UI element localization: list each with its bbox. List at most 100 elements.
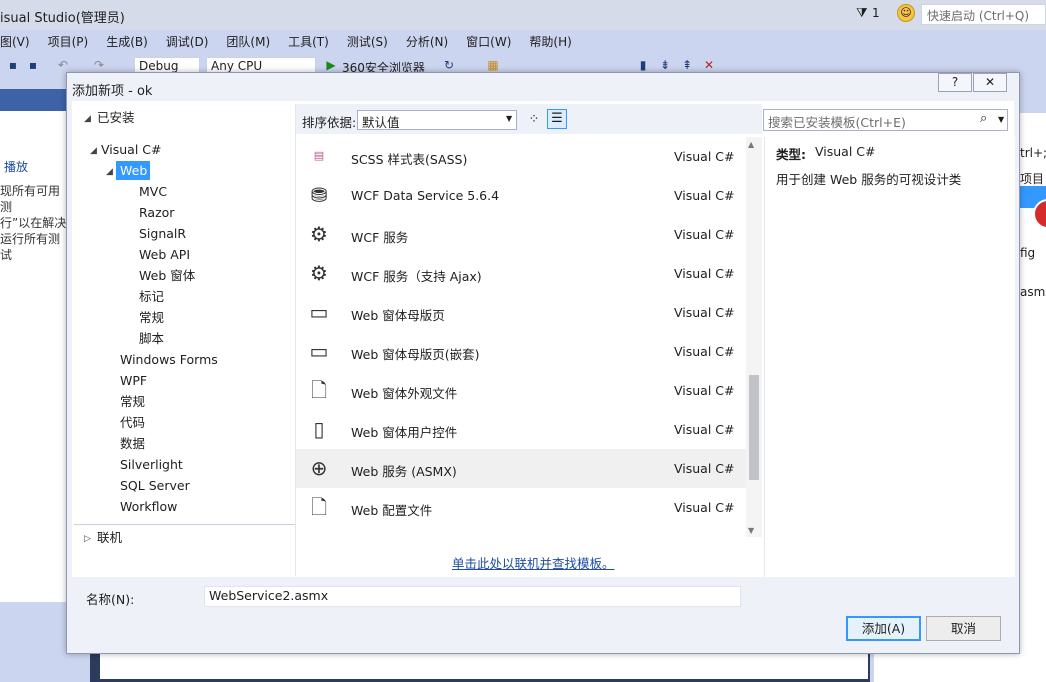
menu-debug[interactable]: 调试(D) [157, 31, 218, 53]
tree-online[interactable]: 联机 [97, 530, 122, 546]
menu-help[interactable]: 帮助(H) [520, 31, 580, 53]
tree-web-webapi[interactable]: Web API [139, 247, 190, 263]
play-icon[interactable]: ▶ [324, 58, 338, 72]
bookmark-clear-icon[interactable]: ✕ [702, 58, 716, 72]
list-view-icon[interactable]: ☰ [547, 109, 567, 129]
tree-web-razor[interactable]: Razor [139, 205, 174, 221]
template-row[interactable]: ▭ Web 窗体母版页 Visual C# [296, 293, 746, 332]
bottom-background-panel [100, 653, 868, 679]
template-detail-panel [764, 137, 1015, 577]
tree-installed[interactable]: 已安装 [97, 110, 135, 126]
bookmark-prev-icon[interactable]: ⇞ [680, 58, 694, 72]
template-row[interactable]: ⛃ WCF Data Service 5.6.4 Visual C# [296, 176, 746, 215]
template-row-selected[interactable]: ⊕ Web 服务 (ASMX) Visual C# [296, 449, 746, 488]
save-all-icon[interactable]: ▪ [26, 58, 40, 72]
template-row[interactable]: ▤ SCSS 样式表(SASS) Visual C# [296, 137, 746, 176]
template-language: Visual C# [674, 461, 735, 476]
tree-wpf[interactable]: WPF [120, 373, 147, 389]
tree-divider [74, 524, 295, 525]
menu-test[interactable]: 测试(S) [338, 31, 397, 53]
tree-code[interactable]: 代码 [120, 415, 145, 431]
search-icon[interactable]: ⌕ [980, 111, 987, 126]
feedback-smile-icon[interactable]: ☺ [897, 4, 915, 22]
collapse-arrow-icon[interactable]: ◢ [106, 167, 113, 177]
left-panel-link[interactable]: 播放 [4, 158, 28, 175]
left-panel-header [0, 89, 70, 111]
template-row[interactable]: ▯ Web 窗体用户控件 Visual C# [296, 410, 746, 449]
bookmark-next-icon[interactable]: ⇟ [658, 58, 672, 72]
cancel-button[interactable]: 取消 [926, 616, 1001, 641]
tree-silverlight[interactable]: Silverlight [120, 457, 183, 473]
tree-workflow[interactable]: Workflow [120, 499, 177, 515]
tree-web-general[interactable]: 常规 [139, 310, 164, 326]
tree-web-mvc[interactable]: MVC [139, 184, 167, 200]
template-row[interactable]: ⚙ WCF 服务（支持 Ajax) Visual C# [296, 254, 746, 293]
template-language: Visual C# [674, 383, 735, 398]
close-button[interactable]: ✕ [973, 73, 1007, 92]
undo-icon[interactable]: ↶ [56, 58, 70, 72]
left-line: 行”以在解决 [0, 216, 67, 230]
bottom-right-panel [874, 650, 1046, 682]
tree-web[interactable]: Web [120, 163, 147, 179]
vs-window-title: isual Studio(管理员) [0, 11, 125, 26]
online-templates-link[interactable]: 单击此处以联机并查找模板。 [452, 553, 615, 572]
tree-general[interactable]: 常规 [120, 394, 145, 410]
collapse-arrow-icon[interactable]: ◢ [84, 114, 91, 124]
menu-analyze[interactable]: 分析(N) [397, 31, 457, 53]
menu-build[interactable]: 生成(B) [97, 31, 157, 53]
template-language: Visual C# [674, 149, 735, 164]
dropdown-arrow-icon[interactable]: ▼ [506, 114, 512, 123]
detail-type-label: 类型: [776, 147, 806, 162]
menu-project[interactable]: 项目(P) [39, 31, 98, 53]
wcf-service-icon: ⚙ [310, 222, 328, 246]
notification-count[interactable]: 1 [872, 6, 880, 20]
search-dropdown-icon[interactable]: ▼ [998, 115, 1004, 124]
sort-value: 默认值 [362, 115, 400, 130]
menu-window[interactable]: 窗口(W) [457, 31, 520, 53]
sort-label: 排序依据: [302, 115, 357, 130]
expand-arrow-icon[interactable]: ▷ [84, 534, 91, 544]
tree-web-script[interactable]: 脚本 [139, 331, 164, 347]
template-language: Visual C# [674, 227, 735, 242]
tree-web-webforms[interactable]: Web 窗体 [139, 268, 195, 284]
scroll-down-icon[interactable]: ▼ [748, 526, 754, 535]
quick-launch-input[interactable]: 快速启动 (Ctrl+Q) [921, 4, 1046, 25]
template-name: Web 窗体母版页(嵌套) [351, 347, 480, 362]
wcf-ajax-service-icon: ⚙ [310, 261, 328, 285]
redo-icon[interactable]: ↷ [92, 58, 106, 72]
template-row[interactable]: ▭ Web 窗体母版页(嵌套) Visual C# [296, 332, 746, 371]
collapse-arrow-icon[interactable]: ◢ [90, 146, 97, 156]
tree-windows-forms[interactable]: Windows Forms [120, 352, 218, 368]
template-row[interactable]: 🗋 Web 配置文件 Visual C# [296, 488, 746, 527]
tree-web-signalr[interactable]: SignalR [139, 226, 186, 242]
left-line: 现所有可用测 [0, 184, 61, 214]
name-input[interactable]: WebService2.asmx [204, 586, 741, 607]
template-name: Web 配置文件 [351, 503, 433, 518]
tree-web-markup[interactable]: 标记 [139, 289, 164, 305]
menu-tools[interactable]: 工具(T) [279, 31, 338, 53]
scrollbar-thumb[interactable] [749, 375, 759, 480]
save-icon[interactable]: ▪ [6, 58, 20, 72]
template-search-input[interactable]: 搜索已安装模板(Ctrl+E) [763, 109, 1008, 131]
tree-sql-server[interactable]: SQL Server [120, 478, 190, 494]
template-name: Web 窗体母版页 [351, 308, 445, 323]
skin-file-icon: 🗋 [310, 378, 328, 402]
template-row[interactable]: 🗋 Web 窗体外观文件 Visual C# [296, 371, 746, 410]
folder-icon[interactable]: ▦ [486, 58, 500, 72]
grid-view-icon[interactable]: ⁘ [524, 110, 544, 130]
template-list: ▤ SCSS 样式表(SASS) Visual C# ⛃ WCF Data Se… [296, 137, 762, 537]
sort-dropdown[interactable]: 默认值 [357, 110, 517, 130]
tree-visual-csharp[interactable]: Visual C# [101, 142, 162, 158]
filter-icon[interactable]: ⧩ [856, 6, 868, 21]
add-button[interactable]: 添加(A) [846, 616, 921, 641]
tree-data[interactable]: 数据 [120, 436, 145, 452]
refresh-icon[interactable]: ↻ [442, 58, 456, 72]
template-row[interactable]: ⚙ WCF 服务 Visual C# [296, 215, 746, 254]
menu-team[interactable]: 团队(M) [217, 31, 279, 53]
web-service-icon: ⊕ [310, 456, 328, 480]
master-page-icon: ▭ [309, 300, 329, 324]
menu-view[interactable]: 图(V) [0, 31, 39, 53]
scroll-up-icon[interactable]: ▲ [748, 140, 754, 149]
bookmark-icon[interactable]: ▮ [636, 58, 650, 72]
help-button[interactable]: ? [938, 73, 972, 92]
